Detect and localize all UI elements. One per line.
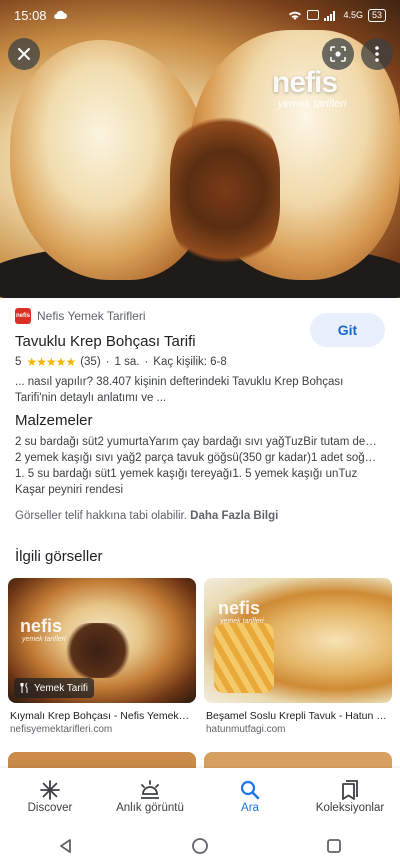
lens-icon [330,46,346,62]
ingredient-line: 2 su bardağı süt2 yumurtaYarım çay barda… [15,436,377,448]
battery-indicator: 53 [367,8,386,22]
more-vert-icon [375,46,379,62]
recipe-description: ... nasıl yapılır? 38.407 kişinin defter… [15,376,344,404]
copyright-text: Görseller telif hakkına tabi olabilir. [15,510,187,522]
related-image-2[interactable]: nefis yemek tarifleri [204,578,392,703]
volte-icon [307,10,320,20]
hero-watermark-sub: yemek tarifleri [278,98,347,110]
nav-snapshot[interactable]: Anlık görüntü [100,768,200,826]
filling-shape [170,110,280,270]
lens-button[interactable] [322,38,354,70]
recents-icon[interactable] [326,838,342,854]
meta-separator: · [105,356,110,368]
related-caption-2[interactable]: Beşamel Soslu Krepli Tavuk - Hatun … [206,710,394,722]
recipe-meta: 5 ★★★★★ (35) · 1 sa. · Kaç kişilik: 6-8 [15,355,227,369]
recipe-title[interactable]: Tavuklu Krep Bohçası Tarifi [15,333,196,350]
nav-label: Anlık görüntü [116,802,184,814]
thumb-watermark: nefis [218,598,261,618]
rating-value: 5 [15,356,22,368]
cloud-icon [53,10,67,20]
close-button[interactable] [8,38,40,70]
cook-time: 1 sa. [114,356,140,368]
related-source-1: nefisyemektarifleri.com [10,724,113,735]
snapshot-icon [141,780,159,799]
copyright-notice: Görseller telif hakkına tabi olabilir. D… [15,510,278,522]
filling-shape [63,623,133,678]
nav-label: Koleksiyonlar [315,802,385,814]
system-navigation-bar [0,826,400,866]
more-options-button[interactable] [361,38,393,70]
network-type: 4.5G [343,10,363,20]
status-bar: 15:08 4.5G 53 [0,0,400,30]
nav-label: Ara [241,802,259,814]
fries-shape [214,623,274,693]
search-icon [240,780,260,800]
thumb-watermark-sub: yemek tarifleri [220,618,264,625]
related-caption-1[interactable]: Kıymalı Krep Bohçası - Nefis Yemek… [10,710,198,722]
hero-watermark: nefis [272,66,338,99]
ingredient-line: 1. 5 su bardağı süt1 yemek kaşığı tereya… [15,468,358,480]
related-source-2: hatunmutfagi.com [206,724,286,735]
asterisk-icon [40,780,60,800]
servings: Kaç kişilik: 6-8 [153,356,227,368]
fork-knife-icon [20,683,28,693]
more-info-link[interactable]: Daha Fazla Bilgi [190,510,278,522]
status-time: 15:08 [14,7,47,23]
source-row[interactable]: nefis Nefis Yemek Tarifleri [15,308,146,324]
thumb-watermark: nefis [20,616,63,636]
recipe-chip-label: Yemek Tarifi [34,682,88,694]
recipe-chip: Yemek Tarifi [14,678,94,698]
source-logo: nefis [15,308,31,324]
ingredients-heading: Malzemeler [15,412,93,429]
related-images-heading: İlgili görseller [15,548,103,565]
bottom-navigation: Discover Anlık görüntü Ara Koleksiyonlar [0,768,400,826]
signal-icon [324,10,336,21]
close-icon [18,48,30,60]
review-count: (35) [80,356,101,368]
nav-label: Discover [27,802,73,814]
visit-button[interactable]: Git [310,313,385,347]
nav-discover[interactable]: Discover [0,768,100,826]
thumb-watermark-sub: yemek tarifleri [22,636,66,643]
wifi-icon [289,11,302,20]
source-name: Nefis Yemek Tarifleri [37,309,146,323]
star-icon: ★★★★★ [26,355,76,369]
back-icon[interactable] [58,838,74,854]
meta-separator: · [144,356,149,368]
nav-collections[interactable]: Koleksiyonlar [300,768,400,826]
home-icon[interactable] [191,837,209,855]
collections-icon [342,780,358,800]
related-image-1[interactable]: nefis yemek tarifleri Yemek Tarifi [8,578,196,703]
ingredient-line: Kaşar peyniri rendesi [15,484,124,496]
ingredient-line: 2 yemek kaşığı sıvı yağ2 parça tavuk göğ… [15,452,377,464]
nav-search[interactable]: Ara [200,768,300,826]
